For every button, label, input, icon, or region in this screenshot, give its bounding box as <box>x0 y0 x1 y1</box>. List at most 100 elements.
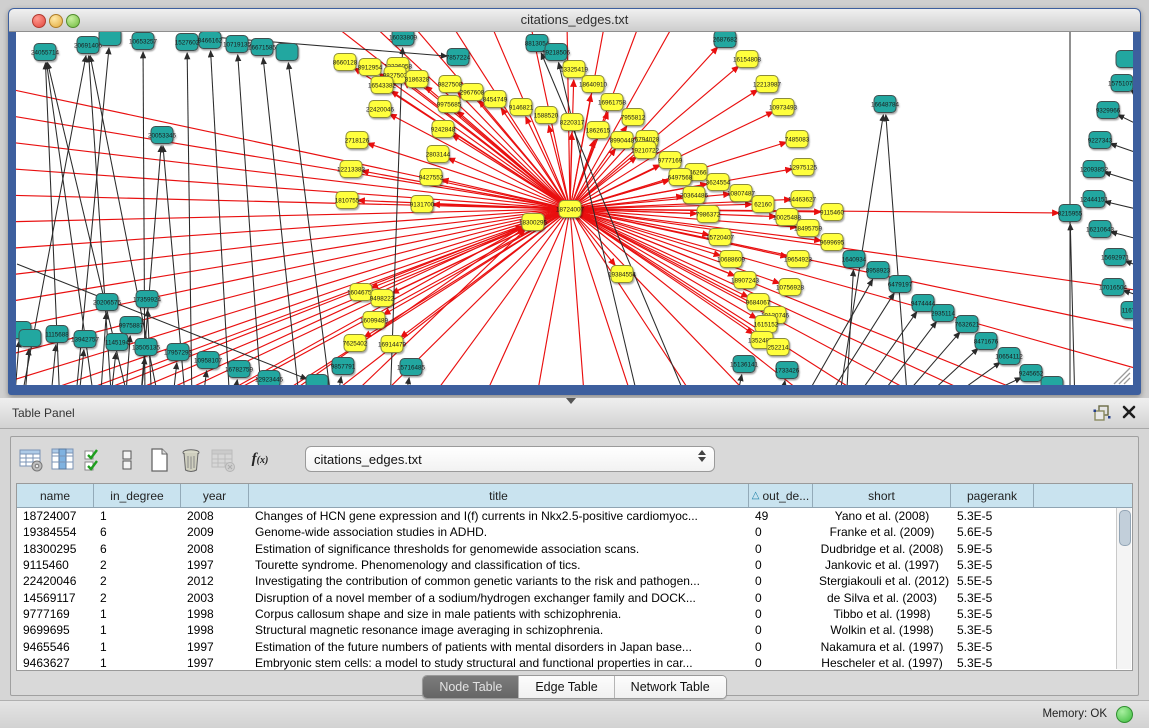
network-node-7857224[interactable]: 7857224 <box>446 49 471 66</box>
network-node-8220317[interactable]: 8220317 <box>560 114 585 131</box>
table-cell[interactable]: 49 <box>749 509 813 523</box>
table-cell[interactable]: 9115460 <box>17 558 94 572</box>
table-cell[interactable]: 6 <box>94 525 181 539</box>
column-header-year[interactable]: year <box>181 484 249 507</box>
table-cell[interactable]: 2012 <box>181 574 249 588</box>
network-node-10807487[interactable]: 10807487 <box>727 185 756 202</box>
table-cell[interactable]: 18724007 <box>17 509 94 523</box>
table-cell[interactable]: 5.3E-5 <box>951 558 1034 572</box>
table-row[interactable]: 2242004622012Investigating the contribut… <box>17 573 1132 589</box>
network-node-15716485[interactable]: 15716485 <box>397 359 426 376</box>
table-cell[interactable]: Stergiakouli et al. (2012) <box>813 574 951 588</box>
network-node-20691406[interactable]: 20691406 <box>74 37 103 54</box>
network-node-9699695[interactable]: 9699695 <box>820 234 845 251</box>
table-cell[interactable]: 1 <box>94 509 181 523</box>
network-node-1145194[interactable]: 1145194 <box>105 334 130 351</box>
network-node-8660128[interactable]: 8660128 <box>333 54 358 71</box>
canvas-resize-grip[interactable] <box>1114 368 1130 384</box>
network-node-7485083[interactable]: 7485083 <box>785 131 810 148</box>
network-node-8454749[interactable]: 8454749 <box>483 91 508 108</box>
network-node-15136141[interactable]: 15136141 <box>730 356 759 373</box>
table-row[interactable]: 1456911722003Disruption of a novel membe… <box>17 589 1132 605</box>
table-row[interactable]: 1830029562008Estimation of significance … <box>17 541 1132 557</box>
network-node-17016504[interactable]: 17016504 <box>1099 279 1128 296</box>
table-row[interactable]: 946554611997Estimation of the future num… <box>17 638 1132 654</box>
table-cell[interactable]: 1 <box>94 656 181 670</box>
table-cell[interactable]: 5.3E-5 <box>951 656 1034 670</box>
network-node-15751074[interactable]: 15751074 <box>1108 75 1133 92</box>
table-cell[interactable]: 2 <box>94 574 181 588</box>
network-node-9245652[interactable]: 9245652 <box>1019 365 1044 382</box>
table-cell[interactable]: 5.5E-5 <box>951 574 1034 588</box>
table-cell[interactable]: 2008 <box>181 542 249 556</box>
network-node-8990448[interactable]: 8990448 <box>610 132 635 149</box>
table-cell[interactable]: 6 <box>94 542 181 556</box>
table-cell[interactable]: Tourette syndrome. Phenomenology and cla… <box>249 558 749 572</box>
network-node-9975887[interactable]: 9975887 <box>119 317 144 334</box>
network-node-18907243[interactable]: 18907243 <box>731 272 760 289</box>
table-cell[interactable]: 2008 <box>181 509 249 523</box>
table-row[interactable]: 946362711997Embryonic stem cells: a mode… <box>17 655 1132 671</box>
network-node-8471676[interactable]: 8471676 <box>974 333 999 350</box>
new-document-button[interactable] <box>144 445 174 473</box>
network-node-20206576[interactable]: 20206576 <box>93 294 122 311</box>
table-vertical-scrollbar[interactable] <box>1116 508 1131 669</box>
network-node-14463627[interactable]: 14463627 <box>788 191 817 208</box>
network-node-19384554[interactable]: 19384554 <box>608 266 637 283</box>
network-node-12213987[interactable]: 12213987 <box>753 76 782 93</box>
table-cell[interactable]: 0 <box>749 591 813 605</box>
network-node[interactable] <box>19 330 41 347</box>
column-header-name[interactable]: name <box>17 484 94 507</box>
table-cell[interactable]: Hescheler et al. (1997) <box>813 656 951 670</box>
network-canvas[interactable]: 1872400718300295822031715885201332541918… <box>16 32 1133 385</box>
network-node-6479197[interactable]: 6479197 <box>888 276 913 293</box>
table-cell[interactable]: 5.3E-5 <box>951 640 1034 654</box>
table-cell[interactable]: 5.3E-5 <box>951 509 1034 523</box>
table-cell[interactable]: 5.6E-5 <box>951 525 1034 539</box>
network-node-2967608[interactable]: 2967608 <box>460 84 485 101</box>
network-node-20053346[interactable]: 20053346 <box>148 127 177 144</box>
network-node-8186328[interactable]: 8186328 <box>405 71 430 88</box>
table-cell[interactable]: 5.3E-5 <box>951 591 1034 605</box>
network-node-16099489[interactable]: 16099489 <box>360 312 389 329</box>
table-cell[interactable]: 1997 <box>181 640 249 654</box>
network-node[interactable] <box>306 375 328 386</box>
network-node-15720407[interactable]: 15720407 <box>706 229 735 246</box>
table-cell[interactable]: 19384554 <box>17 525 94 539</box>
show-columns-button[interactable] <box>48 445 78 473</box>
network-node-116753[interactable]: 116753 <box>1121 302 1133 319</box>
table-cell[interactable]: 1998 <box>181 607 249 621</box>
tab-node-table[interactable]: Node Table <box>423 676 519 698</box>
network-node-9131700[interactable]: 9131700 <box>410 196 435 213</box>
table-row[interactable]: 969969511998Structural magnetic resonanc… <box>17 622 1132 638</box>
network-node-16961758[interactable]: 16961758 <box>598 94 627 111</box>
network-node-8912954[interactable]: 8912954 <box>358 59 383 76</box>
table-cell[interactable]: 9777169 <box>17 607 94 621</box>
table-cell[interactable]: Corpus callosum shape and size in male p… <box>249 607 749 621</box>
table-cell[interactable]: Embryonic stem cells: a model to study s… <box>249 656 749 670</box>
network-node-1527602[interactable]: 1527602 <box>175 34 200 51</box>
network-node-9242848[interactable]: 9242848 <box>431 121 456 138</box>
table-cell[interactable]: Nakamura et al. (1997) <box>813 640 951 654</box>
network-node-20364486[interactable]: 20364486 <box>680 187 709 204</box>
delete-button[interactable] <box>176 445 206 473</box>
network-node-252214[interactable]: 252214 <box>767 339 789 356</box>
table-cell[interactable]: 0 <box>749 542 813 556</box>
table-cell[interactable]: 0 <box>749 525 813 539</box>
network-node-1640934[interactable]: 1640934 <box>842 251 867 268</box>
network-node-12975125[interactable]: 12975125 <box>789 159 818 176</box>
network-node-9857791[interactable]: 9857791 <box>331 358 356 375</box>
network-node-12444151[interactable]: 12444151 <box>1080 191 1109 208</box>
close-panel-icon[interactable] <box>1121 404 1137 420</box>
table-cell[interactable]: 1998 <box>181 623 249 637</box>
table-cell[interactable]: Changes of HCN gene expression and I(f) … <box>249 509 749 523</box>
network-node-10958107[interactable]: 10958107 <box>194 352 223 369</box>
table-cell[interactable]: 0 <box>749 656 813 670</box>
table-cell[interactable]: 0 <box>749 558 813 572</box>
network-node-2935114[interactable]: 2935114 <box>931 305 956 322</box>
network-node-18640910[interactable]: 18640910 <box>579 76 608 93</box>
column-header-title[interactable]: title <box>249 484 749 507</box>
network-node-2687682[interactable]: 2687682 <box>713 32 738 48</box>
network-node-1862615[interactable]: 1862615 <box>586 122 611 139</box>
table-settings-button[interactable] <box>16 445 46 473</box>
